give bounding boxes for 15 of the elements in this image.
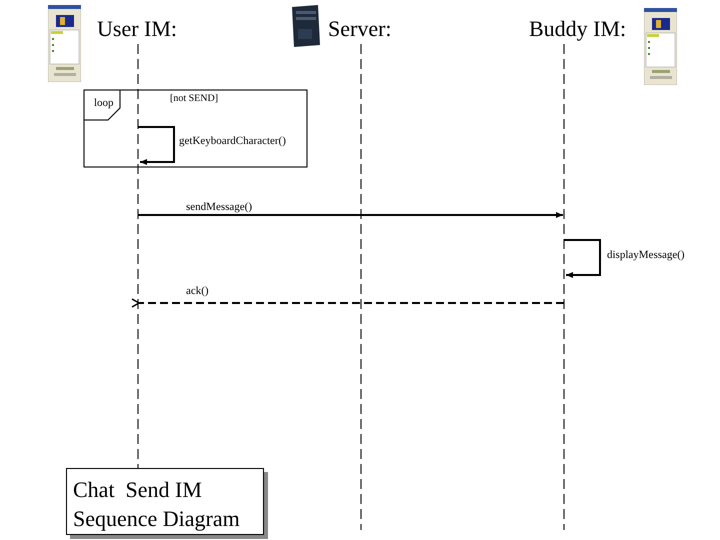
loop-guard: [not SEND] — [170, 94, 218, 104]
participant-name: Buddy IM: — [529, 18, 626, 40]
participant-name: Server: — [328, 18, 392, 40]
loop-label: loop — [94, 98, 114, 109]
message-label: sendMessage() — [186, 202, 252, 213]
self-message-arrow — [138, 126, 175, 165]
loop-tag — [84, 90, 120, 120]
chat-window-icon — [644, 8, 677, 85]
diagram-caption: Chat Send IM Sequence Diagram — [66, 468, 264, 535]
message-label: ack() — [186, 286, 209, 297]
message-label: displayMessage() — [607, 250, 685, 261]
chat-window-icon — [48, 5, 81, 82]
message-label: getKeyboardCharacter() — [179, 136, 286, 147]
participant-name: User IM: — [97, 18, 178, 40]
self-message-arrow — [564, 239, 601, 278]
